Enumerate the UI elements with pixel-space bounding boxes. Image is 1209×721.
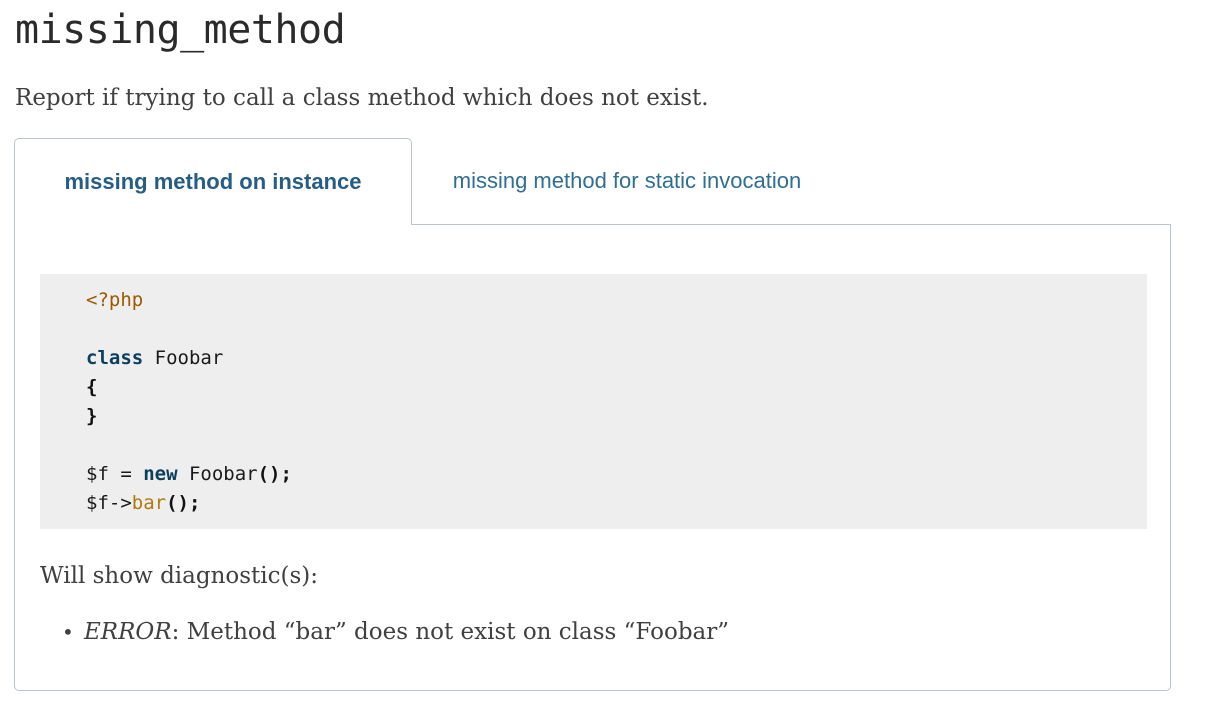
code-method-name: bar: [131, 492, 167, 514]
code-call-parens-2: ();: [166, 492, 201, 514]
diagnostic-item: ERROR: Method “bar” does not exist on cl…: [40, 616, 729, 648]
code-brace-close: }: [86, 405, 98, 427]
tab-panel: <?php class Foobar { } $f = new Foobar()…: [14, 224, 1171, 691]
diagnostics-label: Will show diagnostic(s):: [40, 563, 319, 589]
code-open-tag: <?php: [86, 289, 144, 311]
code-keyword-class: class: [86, 347, 144, 369]
code-var-arrow: $f->: [86, 492, 132, 514]
tab-label: missing method on instance: [64, 169, 362, 194]
rule-page: missing_method Report if trying to call …: [0, 0, 1209, 721]
code-var-assign: $f =: [86, 463, 144, 485]
example-tabs: missing method on instance missing metho…: [14, 138, 1171, 691]
rule-title: missing_method: [15, 7, 346, 53]
diagnostic-severity: ERROR: [84, 619, 172, 645]
tab-missing-method-on-instance[interactable]: missing method on instance: [14, 138, 412, 225]
code-brace-open: {: [86, 376, 98, 398]
code-class-name: Foobar: [143, 347, 224, 369]
code-example: <?php class Foobar { } $f = new Foobar()…: [40, 274, 1147, 529]
code-call-parens: ();: [257, 463, 292, 485]
tab-missing-method-for-static-invocation[interactable]: missing method for static invocation: [412, 138, 842, 224]
tab-strip: missing method on instance missing metho…: [14, 138, 1171, 225]
rule-description: Report if trying to call a class method …: [15, 85, 709, 111]
code-keyword-new: new: [143, 463, 178, 485]
diagnostic-message: : Method “bar” does not exist on class “…: [171, 619, 730, 645]
diagnostics-list: ERROR: Method “bar” does not exist on cl…: [40, 616, 729, 648]
code-new-target: Foobar: [177, 463, 258, 485]
tab-label: missing method for static invocation: [452, 168, 802, 193]
